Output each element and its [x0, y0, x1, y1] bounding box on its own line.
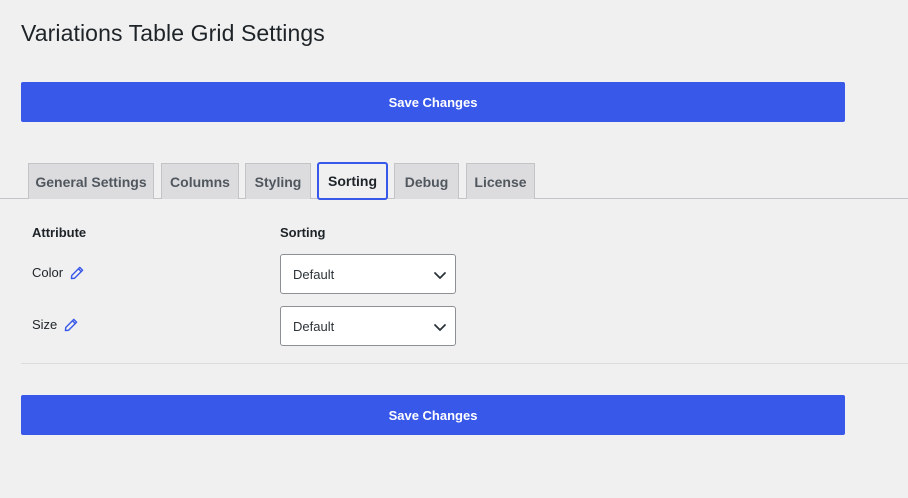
table-row: Color — [32, 265, 84, 280]
select-value: Default — [293, 266, 335, 282]
sorting-table: Attribute Sorting Color Default Size Def… — [21, 199, 908, 364]
chevron-down-icon — [433, 320, 447, 334]
attribute-column-header: Attribute — [32, 225, 87, 240]
tab-license[interactable]: License — [466, 163, 535, 199]
settings-tabs: General Settings Columns Styling Sorting… — [0, 162, 908, 200]
tab-debug[interactable]: Debug — [394, 163, 459, 199]
tab-sorting[interactable]: Sorting — [317, 162, 388, 200]
pencil-icon[interactable] — [64, 318, 78, 332]
settings-page: Variations Table Grid Settings Save Chan… — [0, 0, 908, 498]
pencil-icon[interactable] — [70, 266, 84, 280]
sorting-column-header: Sorting — [280, 225, 326, 240]
tab-columns[interactable]: Columns — [161, 163, 239, 199]
page-title: Variations Table Grid Settings — [21, 20, 325, 46]
save-changes-button-top[interactable]: Save Changes — [21, 82, 845, 122]
table-row: Size — [32, 317, 78, 332]
save-changes-button-bottom[interactable]: Save Changes — [21, 395, 845, 435]
tab-general-settings[interactable]: General Settings — [28, 163, 154, 199]
tab-styling[interactable]: Styling — [245, 163, 311, 199]
size-sorting-select[interactable]: Default — [280, 306, 456, 346]
select-value: Default — [293, 318, 335, 334]
color-sorting-select[interactable]: Default — [280, 254, 456, 294]
attribute-label-color: Color — [32, 265, 64, 280]
attribute-label-size: Size — [32, 317, 58, 332]
chevron-down-icon — [433, 268, 447, 282]
